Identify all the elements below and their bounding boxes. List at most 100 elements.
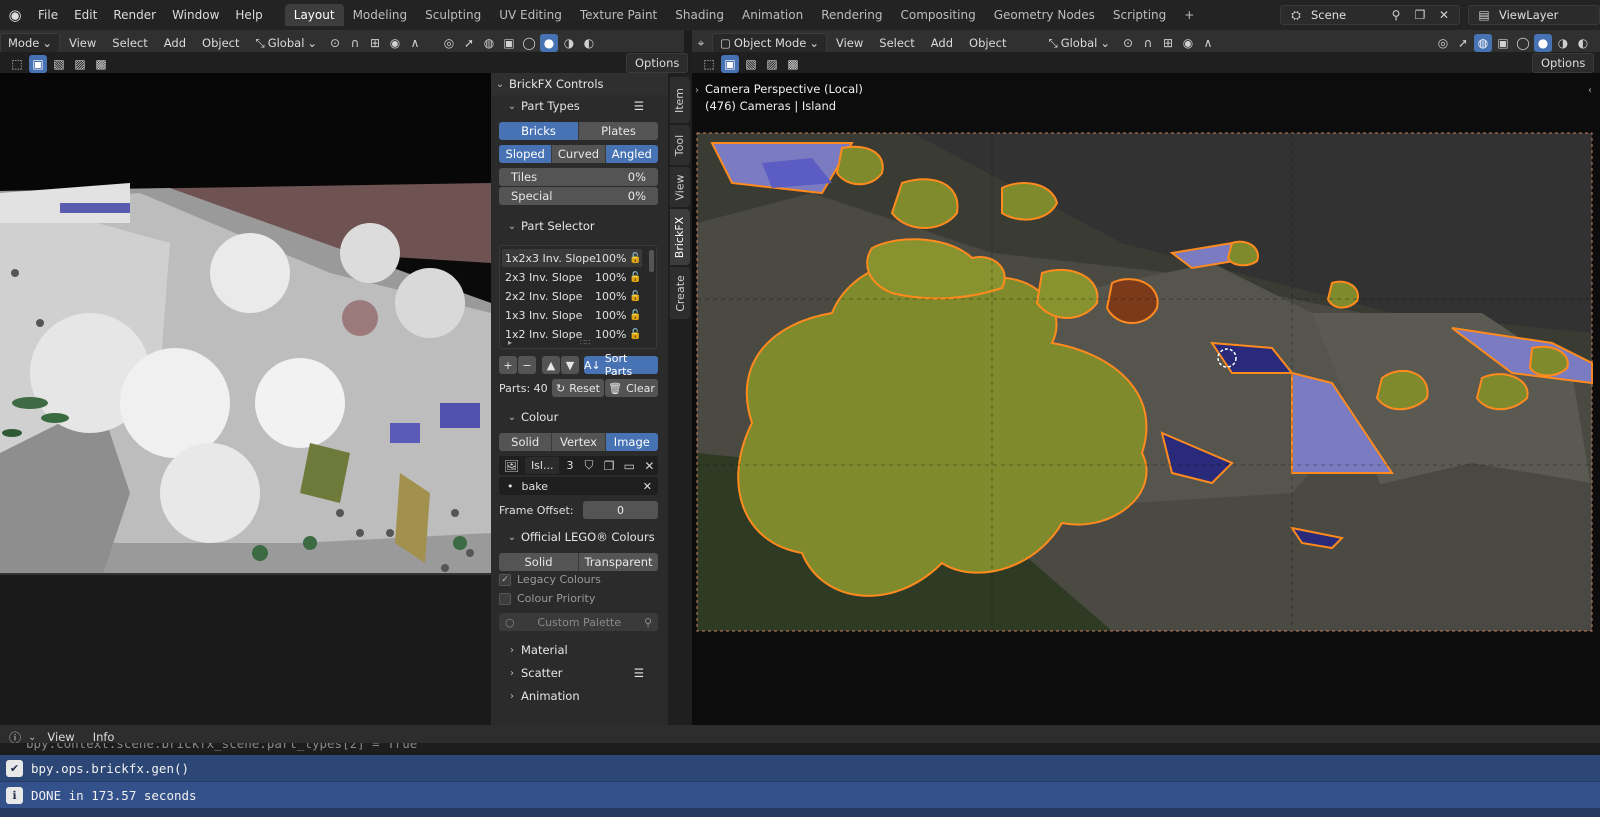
left-menu-view[interactable]: View (62, 34, 103, 52)
tab-scripting[interactable]: Scripting (1104, 4, 1175, 26)
tab-shading[interactable]: Shading (666, 4, 733, 26)
part-types-header[interactable]: ⌄ Part Types ☰ (491, 95, 668, 117)
plates-toggle[interactable]: Plates (579, 122, 658, 140)
colour-header[interactable]: ⌄ Colour (491, 406, 668, 428)
duplicate-image-icon[interactable]: ❐ (601, 457, 618, 475)
proportional-edit-icon[interactable]: ◉ (1179, 34, 1197, 52)
select-subtract-icon[interactable]: ▨ (763, 55, 781, 73)
overlay-icon[interactable]: ◍ (480, 34, 498, 52)
editor-type-icon[interactable]: ⌖ (692, 34, 710, 52)
pivot-icon[interactable]: ⊙ (1119, 34, 1137, 52)
xray-icon[interactable]: ▣ (1494, 34, 1512, 52)
colour-vertex-toggle[interactable]: Vertex (552, 433, 606, 451)
snap-magnet-icon[interactable]: ∩ (1139, 34, 1157, 52)
material-shading-icon[interactable]: ◑ (1554, 34, 1572, 52)
list-item[interactable]: 2x2 Inv. Slope 100% 🔓 (502, 287, 642, 305)
tab-compositing[interactable]: Compositing (891, 4, 984, 26)
clear-uv-icon[interactable]: ✕ (643, 480, 652, 493)
tab-view[interactable]: View (670, 167, 690, 207)
special-slider[interactable]: Special 0% (499, 187, 658, 205)
curved-toggle[interactable]: Curved (552, 145, 606, 163)
list-item[interactable]: 1x3 Inv. Slope 100% 🔓 (502, 306, 642, 324)
unlink-image-icon[interactable]: ✕ (641, 457, 658, 475)
reset-button[interactable]: ↻ Reset (552, 379, 604, 397)
move-up-button[interactable]: ▲ (542, 356, 560, 374)
scatter-header[interactable]: › Scatter ☰ (491, 662, 668, 684)
left-mode-dropdown[interactable]: Mode ⌄ (0, 33, 60, 53)
tab-brickfx[interactable]: BrickFX (670, 209, 690, 265)
left-menu-object[interactable]: Object (195, 34, 246, 52)
frame-offset-field[interactable]: 0 (583, 501, 658, 519)
part-selector-header[interactable]: ⌄ Part Selector (491, 215, 668, 237)
brickfx-controls-header[interactable]: ⌄ BrickFX Controls (491, 73, 668, 95)
clear-button[interactable]: 🗑 Clear (605, 379, 658, 397)
right-options-button[interactable]: Options (1532, 53, 1595, 73)
sort-parts-button[interactable]: A↓ Sort Parts (584, 352, 658, 378)
select-extend-icon[interactable]: ▧ (50, 55, 68, 73)
left-menu-add[interactable]: Add (157, 34, 193, 52)
angled-toggle[interactable]: Angled (605, 145, 658, 163)
image-selector[interactable]: 🖼 Isl... 3 ⛉ ❐ ▭ ✕ (499, 456, 658, 475)
left-options-button[interactable]: Options (626, 53, 689, 73)
remove-part-button[interactable]: − (518, 356, 536, 374)
select-intersect-icon[interactable]: ▩ (92, 55, 110, 73)
left-3d-viewport[interactable] (0, 73, 491, 725)
select-intersect-icon[interactable]: ▩ (784, 55, 802, 73)
visibility-eye-icon[interactable]: ◎ (440, 34, 458, 52)
rendered-shading-icon[interactable]: ◐ (580, 34, 598, 52)
scene-selector[interactable]: ⛭ Scene ⚲ ❐ ✕ (1280, 5, 1460, 25)
left-menu-select[interactable]: Select (105, 34, 154, 52)
tab-create[interactable]: Create (670, 267, 690, 319)
xray-icon[interactable]: ▣ (500, 34, 518, 52)
log-line[interactable]: ℹ DONE in 173.57 seconds (0, 782, 1600, 808)
tiles-slider[interactable]: Tiles 0% (499, 168, 658, 186)
gizmo-icon[interactable]: ➚ (1454, 34, 1472, 52)
tab-modeling[interactable]: Modeling (344, 4, 417, 26)
rendered-shading-icon[interactable]: ◐ (1574, 34, 1592, 52)
right-menu-view[interactable]: View (829, 34, 870, 52)
right-menu-object[interactable]: Object (962, 34, 1013, 52)
move-down-button[interactable]: ▼ (561, 356, 579, 374)
lego-transparent-toggle[interactable]: Transparent (579, 553, 658, 571)
tab-uv-editing[interactable]: UV Editing (490, 4, 571, 26)
uv-map-field[interactable]: • bake ✕ (499, 477, 658, 495)
bricks-toggle[interactable]: Bricks (499, 122, 579, 140)
view-layer-selector[interactable]: ▤ ViewLayer (1468, 5, 1600, 25)
toolbar-expand-arrow-icon[interactable]: › (695, 85, 699, 96)
gizmo-icon[interactable]: ➚ (460, 34, 478, 52)
tab-layout[interactable]: Layout (284, 4, 344, 26)
pin-icon[interactable]: ⚲ (1387, 6, 1405, 24)
colour-solid-toggle[interactable]: Solid (499, 433, 553, 451)
snap-magnet-icon[interactable]: ∩ (346, 34, 364, 52)
pivot-icon[interactable]: ⊙ (326, 34, 344, 52)
tab-item[interactable]: Item (670, 77, 690, 123)
tab-animation[interactable]: Animation (733, 4, 812, 26)
snap-increment-icon[interactable]: ⊞ (1159, 34, 1177, 52)
tab-rendering[interactable]: Rendering (812, 4, 891, 26)
eyedropper-icon[interactable]: ⚲ (644, 616, 652, 629)
tab-sculpting[interactable]: Sculpting (416, 4, 490, 26)
lego-colours-header[interactable]: ⌄ Official LEGO® Colours (491, 526, 668, 548)
tab-tool[interactable]: Tool (670, 125, 690, 165)
animation-header[interactable]: › Animation (491, 685, 668, 707)
solid-shading-icon[interactable]: ● (1534, 34, 1552, 52)
log-line[interactable]: ✔ bpy.ops.brickfx.gen() (0, 755, 1600, 781)
sloped-toggle[interactable]: Sloped (499, 145, 553, 163)
visibility-eye-icon[interactable]: ◎ (1434, 34, 1452, 52)
material-header[interactable]: › Material (491, 639, 668, 661)
list-item[interactable]: 2x3 Inv. Slope 100% 🔓 (502, 268, 642, 286)
lego-solid-toggle[interactable]: Solid (499, 553, 579, 571)
lock-icon[interactable]: 🔓 (629, 291, 641, 302)
select-new-icon[interactable]: ▣ (721, 55, 739, 73)
material-shading-icon[interactable]: ◑ (560, 34, 578, 52)
falloff-icon[interactable]: ∧ (1199, 34, 1217, 52)
lock-icon[interactable]: 🔓 (629, 310, 641, 321)
falloff-icon[interactable]: ∧ (406, 34, 424, 52)
list-scrollbar[interactable] (649, 250, 654, 272)
list-menu-icon[interactable]: ☰ (634, 99, 644, 113)
overlay-icon[interactable]: ◍ (1474, 34, 1492, 52)
right-mode-dropdown[interactable]: ▢ Object Mode ⌄ (712, 33, 827, 53)
menu-file[interactable]: File (30, 8, 66, 22)
tab-geometry-nodes[interactable]: Geometry Nodes (985, 4, 1104, 26)
proportional-edit-icon[interactable]: ◉ (386, 34, 404, 52)
